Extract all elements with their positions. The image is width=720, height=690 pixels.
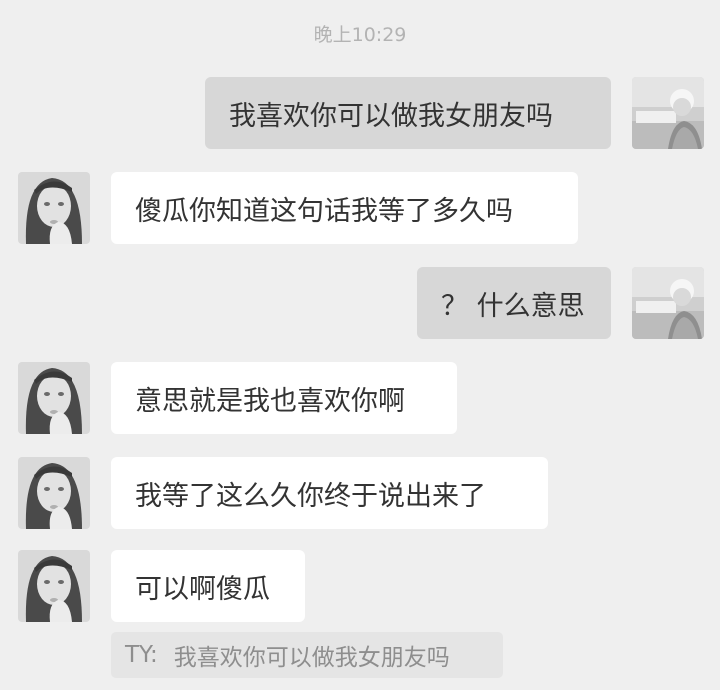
message-timestamp: 晚上10:29	[313, 24, 407, 46]
avatar-image	[18, 457, 90, 529]
girl-avatar[interactable]	[18, 550, 90, 622]
quote-text: 我喜欢你可以做我女朋友吗	[173, 645, 450, 671]
avatar-image	[18, 362, 90, 434]
girl-avatar[interactable]	[18, 172, 90, 244]
message-bubble-received[interactable]: 意思就是我也喜欢你啊	[111, 362, 457, 434]
avatar-image	[18, 550, 90, 622]
quote-author: TY:	[125, 642, 158, 668]
message-bubble-received[interactable]: 傻瓜你知道这句话我等了多久吗	[111, 172, 578, 244]
message-bubble-received[interactable]: 我等了这么久你终于说出来了	[111, 457, 548, 529]
message-bubble-sent[interactable]: 我喜欢你可以做我女朋友吗	[205, 77, 611, 149]
boy-avatar[interactable]	[632, 77, 704, 149]
girl-avatar[interactable]	[18, 457, 90, 529]
avatar-image	[632, 77, 704, 149]
boy-avatar[interactable]	[632, 267, 704, 339]
message-bubble-sent[interactable]: ？ 什么意思	[417, 267, 611, 339]
message-bubble-received[interactable]: 可以啊傻瓜	[111, 550, 305, 622]
avatar-image	[632, 267, 704, 339]
quoted-message[interactable]: TY: 我喜欢你可以做我女朋友吗	[111, 632, 503, 678]
avatar-image	[18, 172, 90, 244]
girl-avatar[interactable]	[18, 362, 90, 434]
